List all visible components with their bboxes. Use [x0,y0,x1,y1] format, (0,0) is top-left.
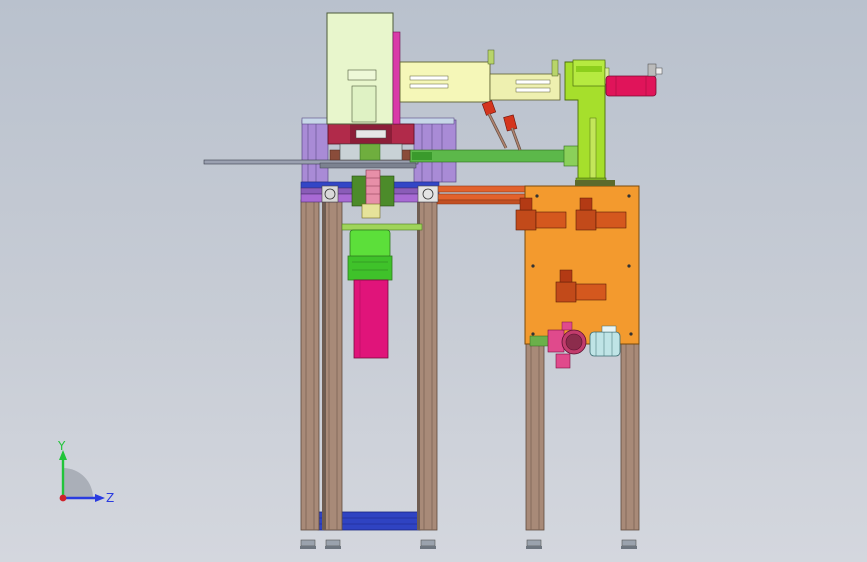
leveling-feet [300,539,637,549]
horizontal-arm [399,49,561,103]
slide-carriage [327,123,415,161]
horizontal-beams [300,181,530,205]
side-cylinder [605,63,663,97]
slide-housing [326,12,401,125]
vertical-cylinder [341,223,423,359]
z-axis-label: Z [106,491,114,505]
lime-bracket [564,59,610,189]
right-frame-columns [525,339,640,531]
z-axis-arrow [95,494,105,502]
torch-right [503,114,522,151]
machine-front-view [203,12,663,549]
cad-viewport[interactable]: Y Z [0,0,867,562]
y-axis-label: Y [57,440,66,453]
center-shaft [351,169,395,219]
orientation-triad: Y Z [57,440,114,505]
torch-left [481,100,508,149]
x-axis-dot [59,494,67,502]
triad-plane [63,468,93,498]
